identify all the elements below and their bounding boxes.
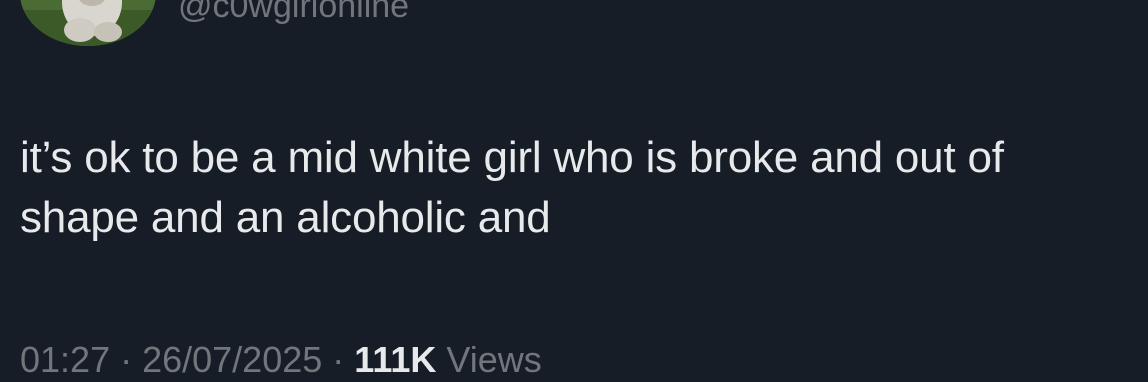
- author-handle[interactable]: @c0wgirlonline: [178, 0, 409, 26]
- tweet-date[interactable]: 26/07/2025: [142, 339, 322, 380]
- views-label: Views: [446, 339, 542, 380]
- tweet-meta: 01:27 · 26/07/2025 · 111K Views: [20, 338, 542, 382]
- views-count: 111K: [354, 339, 437, 380]
- meta-separator: ·: [332, 339, 345, 380]
- avatar[interactable]: [20, 0, 156, 46]
- tweet-text: it’s ok to be a mid white girl who is br…: [20, 133, 1004, 242]
- meta-separator: ·: [120, 339, 133, 380]
- tweet-card: @c0wgirlonline it’s ok to be a mid white…: [0, 0, 1148, 382]
- tweet-time[interactable]: 01:27: [20, 339, 110, 380]
- avatar-image: [20, 0, 156, 46]
